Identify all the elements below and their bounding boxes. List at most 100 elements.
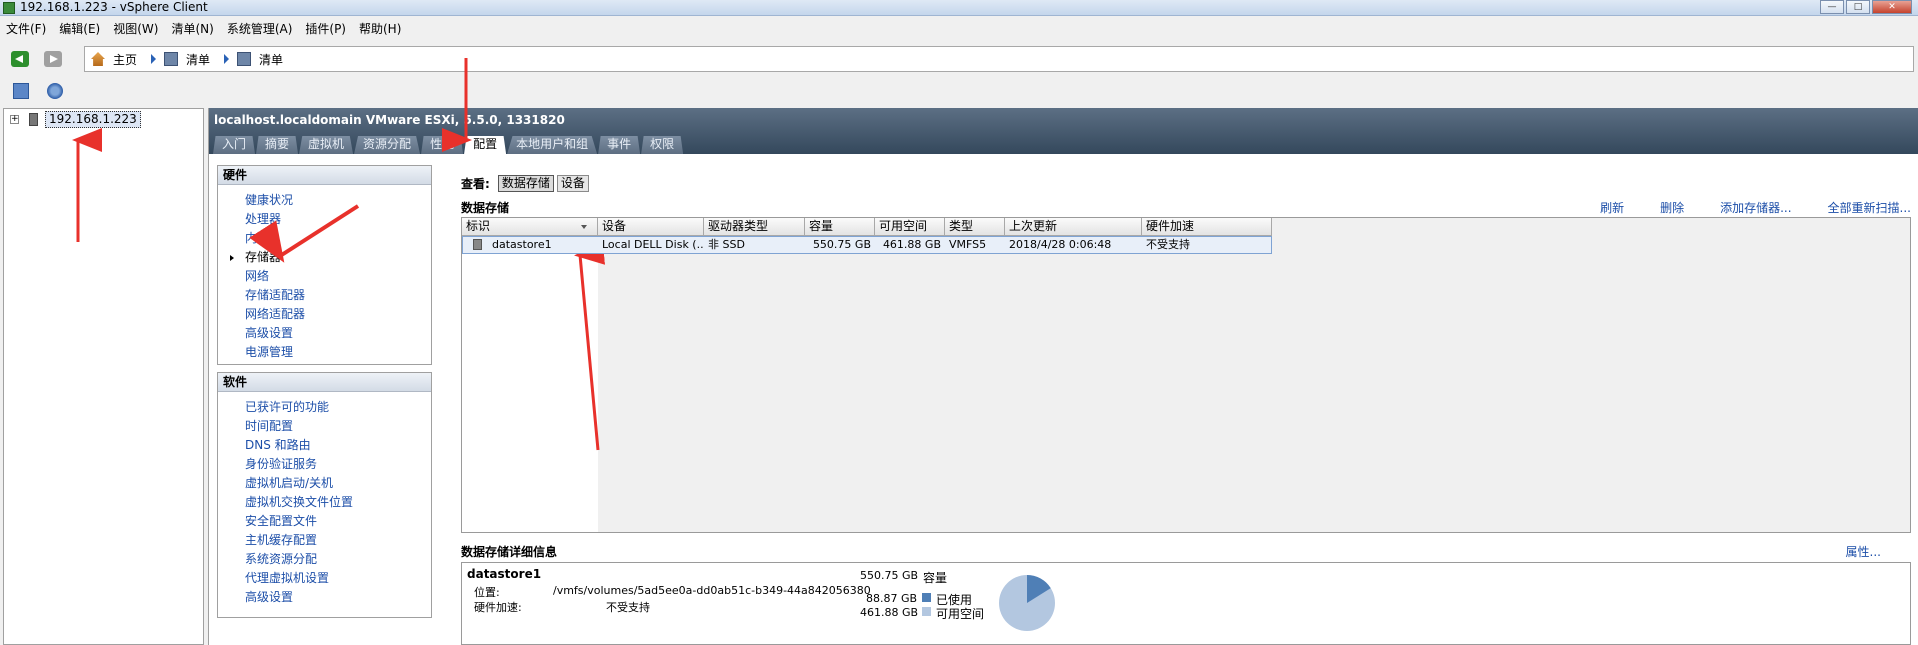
title-bar: 192.168.1.223 - vSphere Client — □ ✕ bbox=[0, 0, 1918, 16]
nav-networking[interactable]: 网络 bbox=[218, 267, 431, 286]
view-devices-button[interactable]: 设备 bbox=[556, 175, 589, 192]
col-last-update[interactable]: 上次更新 bbox=[1005, 218, 1142, 236]
menu-edit[interactable]: 编辑(E) bbox=[59, 20, 100, 37]
restore-icon[interactable]: □ bbox=[1846, 0, 1870, 14]
col-capacity[interactable]: 容量 bbox=[805, 218, 875, 236]
rescan-all-link[interactable]: 全部重新扫描... bbox=[1828, 199, 1911, 216]
col-identification[interactable]: 标识 bbox=[462, 218, 598, 236]
expand-icon[interactable]: + bbox=[10, 115, 19, 124]
cell-type: VMFS5 bbox=[949, 238, 987, 251]
tab-summary[interactable]: 摘要 bbox=[256, 136, 299, 154]
menu-view[interactable]: 视图(W) bbox=[113, 20, 158, 37]
chevron-right-icon bbox=[151, 54, 157, 64]
inventory-tree: + 192.168.1.223 bbox=[3, 108, 204, 645]
breadcrumb-inventory-1[interactable]: 清单 bbox=[151, 51, 210, 68]
nav-time-configuration[interactable]: 时间配置 bbox=[218, 417, 431, 436]
datastore-table: 标识 设备 驱动器类型 容量 可用空间 类型 上次更新 硬件加速 datasto… bbox=[461, 217, 1911, 533]
add-host-icon[interactable] bbox=[13, 83, 29, 99]
nav-network-adapters[interactable]: 网络适配器 bbox=[218, 305, 431, 324]
view-datastores-button[interactable]: 数据存储 bbox=[497, 175, 554, 192]
hardware-title: 硬件 bbox=[218, 166, 431, 185]
nav-health-status[interactable]: 健康状况 bbox=[218, 191, 431, 210]
location-value: /vmfs/volumes/5ad5ee0a-dd0ab51c-b349-44a… bbox=[553, 584, 871, 597]
window-title: 192.168.1.223 - vSphere Client bbox=[20, 0, 208, 14]
nav-power-management[interactable]: 电源管理 bbox=[218, 343, 431, 362]
inventory-icon bbox=[237, 52, 252, 66]
host-title: localhost.localdomain VMware ESXi, 5.5.0… bbox=[214, 113, 565, 127]
menu-administration[interactable]: 系统管理(A) bbox=[227, 20, 293, 37]
table-header: 标识 设备 驱动器类型 容量 可用空间 类型 上次更新 硬件加速 bbox=[462, 218, 1272, 236]
tab-configuration[interactable]: 配置 bbox=[464, 136, 507, 154]
tab-local-users-groups[interactable]: 本地用户和组 bbox=[507, 136, 598, 154]
software-nav: 软件 已获许可的功能 时间配置 DNS 和路由 身份验证服务 虚拟机启动/关机 … bbox=[217, 372, 432, 618]
breadcrumb: 主页 清单 清单 bbox=[84, 46, 1914, 72]
table-row[interactable]: datastore1 Local DELL Disk (... 非 SSD 55… bbox=[462, 236, 1272, 254]
nav-memory[interactable]: 内存 bbox=[218, 229, 431, 248]
minimize-icon[interactable]: — bbox=[1820, 0, 1844, 14]
nav-security-profile[interactable]: 安全配置文件 bbox=[218, 512, 431, 531]
capacity-label: 容量 bbox=[923, 571, 948, 585]
nav-system-resource-allocation[interactable]: 系统资源分配 bbox=[218, 550, 431, 569]
tab-getting-started[interactable]: 入门 bbox=[213, 136, 256, 154]
nav-host-cache-configuration[interactable]: 主机缓存配置 bbox=[218, 531, 431, 550]
tree-host-item[interactable]: 192.168.1.223 bbox=[45, 111, 141, 128]
col-drive-type[interactable]: 驱动器类型 bbox=[704, 218, 805, 236]
nav-agent-vm-settings[interactable]: 代理虚拟机设置 bbox=[218, 569, 431, 588]
refresh-icon[interactable] bbox=[47, 83, 63, 99]
menu-plugins[interactable]: 插件(P) bbox=[305, 20, 346, 37]
cell-capacity: 550.75 GB bbox=[812, 238, 871, 251]
forward-arrow-icon[interactable] bbox=[44, 51, 62, 67]
nav-storage[interactable]: 存储器 bbox=[218, 248, 431, 267]
refresh-link[interactable]: 刷新 bbox=[1600, 199, 1624, 216]
delete-link[interactable]: 删除 bbox=[1660, 199, 1684, 216]
breadcrumb-label: 清单 bbox=[259, 52, 284, 67]
col-type[interactable]: 类型 bbox=[945, 218, 1005, 236]
nav-licensed-features[interactable]: 已获许可的功能 bbox=[218, 398, 431, 417]
datastore-details: datastore1 位置: /vmfs/volumes/5ad5ee0a-dd… bbox=[461, 562, 1911, 645]
menu-file[interactable]: 文件(F) bbox=[6, 20, 46, 37]
cell-identification: datastore1 bbox=[463, 237, 598, 253]
nav-advanced-settings-sw[interactable]: 高级设置 bbox=[218, 588, 431, 607]
inventory-icon bbox=[164, 52, 179, 66]
nav-dns-routing[interactable]: DNS 和路由 bbox=[218, 436, 431, 455]
close-icon[interactable]: ✕ bbox=[1872, 0, 1912, 14]
main-panel: localhost.localdomain VMware ESXi, 5.5.0… bbox=[208, 108, 1918, 645]
tab-performance[interactable]: 性能 bbox=[421, 136, 464, 154]
navigation-toolbar: 主页 清单 清单 bbox=[0, 44, 1918, 74]
free-value: 461.88 GB bbox=[860, 606, 919, 619]
datastore-icon bbox=[473, 239, 482, 250]
nav-authentication-services[interactable]: 身份验证服务 bbox=[218, 455, 431, 474]
breadcrumb-home-label: 主页 bbox=[113, 52, 138, 67]
hw-accel-label: 硬件加速: bbox=[474, 601, 522, 614]
col-free[interactable]: 可用空间 bbox=[875, 218, 945, 236]
menu-help[interactable]: 帮助(H) bbox=[359, 20, 401, 37]
cell-drive-type: 非 SSD bbox=[708, 238, 745, 251]
col-hw-accel[interactable]: 硬件加速 bbox=[1142, 218, 1272, 236]
tab-virtual-machines[interactable]: 虚拟机 bbox=[299, 136, 354, 154]
tab-events[interactable]: 事件 bbox=[598, 136, 641, 154]
breadcrumb-home[interactable]: 主页 bbox=[91, 51, 137, 68]
col-device[interactable]: 设备 bbox=[598, 218, 704, 236]
secondary-toolbar bbox=[0, 78, 1918, 104]
sort-desc-icon bbox=[581, 225, 587, 229]
menu-inventory[interactable]: 清单(N) bbox=[171, 20, 213, 37]
home-icon bbox=[91, 52, 105, 66]
add-storage-link[interactable]: 添加存储器... bbox=[1720, 199, 1791, 216]
nav-vm-swapfile-location[interactable]: 虚拟机交换文件位置 bbox=[218, 493, 431, 512]
breadcrumb-label: 清单 bbox=[186, 52, 211, 67]
tab-permissions[interactable]: 权限 bbox=[641, 136, 684, 154]
breadcrumb-inventory-2[interactable]: 清单 bbox=[224, 51, 283, 68]
nav-storage-adapters[interactable]: 存储适配器 bbox=[218, 286, 431, 305]
tab-resource-allocation[interactable]: 资源分配 bbox=[354, 136, 421, 154]
nav-vm-startup-shutdown[interactable]: 虚拟机启动/关机 bbox=[218, 474, 431, 493]
nav-advanced-settings[interactable]: 高级设置 bbox=[218, 324, 431, 343]
nav-processors[interactable]: 处理器 bbox=[218, 210, 431, 229]
properties-link[interactable]: 属性... bbox=[1846, 543, 1881, 560]
used-legend-swatch bbox=[922, 593, 931, 602]
chevron-right-icon bbox=[224, 54, 230, 64]
vsphere-app-icon bbox=[3, 2, 15, 14]
cell-device: Local DELL Disk (... bbox=[602, 238, 704, 251]
capacity-value: 550.75 GB bbox=[860, 569, 919, 582]
tab-strip: 入门 摘要 虚拟机 资源分配 性能 配置 本地用户和组 事件 权限 bbox=[213, 136, 684, 154]
back-arrow-icon[interactable] bbox=[11, 51, 29, 67]
